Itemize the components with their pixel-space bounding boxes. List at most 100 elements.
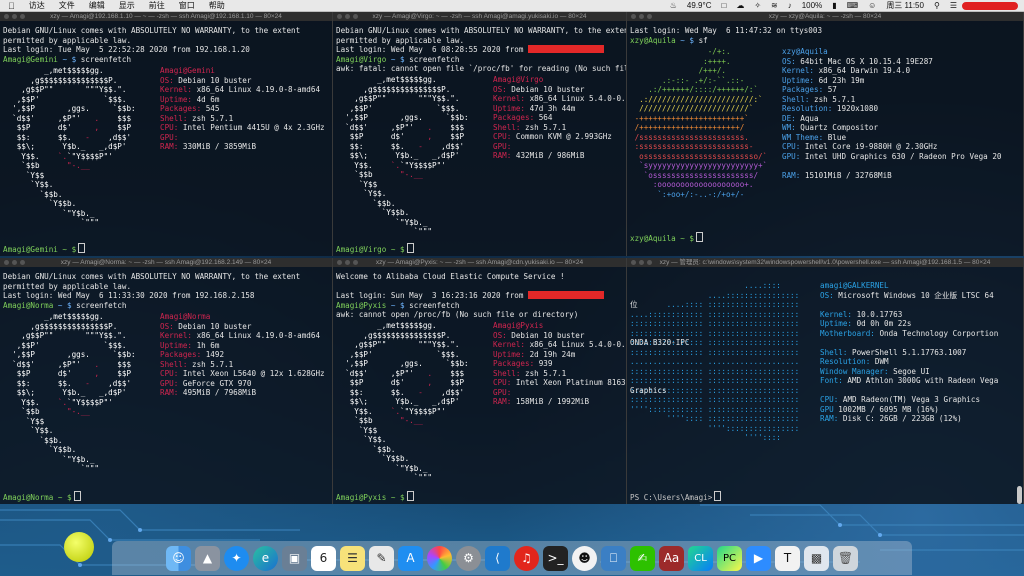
cursor [73, 490, 81, 501]
system-info: amagi@GALKERNEL OS: Microsoft Windows 10 … [630, 281, 999, 423]
menu-item-edit[interactable]: 编辑 [82, 0, 112, 11]
window-controls[interactable] [631, 14, 652, 19]
vscode-icon[interactable]: ⟨ [485, 545, 510, 571]
menu-item-window[interactable]: 窗口 [172, 0, 202, 11]
netease-music-icon[interactable]: ♫ [514, 545, 539, 571]
apple-logo-ascii: -/+:. :++++. /+++/. .:-::- .+/:-``.::- .… [630, 47, 768, 199]
system-info: xzy@Aquila OS: 64bit Mac OS X 10.15.4 19E… [782, 47, 1002, 180]
apple-menu-icon[interactable]:  [0, 1, 22, 11]
window-title[interactable]: xzy — Amagi@Norma: ~ — -zsh — ssh Amagi@… [0, 258, 332, 267]
cursor [714, 490, 722, 501]
menu-item-finder[interactable]: 访达 [22, 0, 52, 11]
cast-icon[interactable]: □ [716, 1, 731, 10]
title-text: xzy — 管理员: c:\windows\system32\windowspo… [659, 259, 991, 266]
window-title[interactable]: xzy — Amagi@Pyxis: ~ — -zsh — ssh Amagi@… [333, 258, 626, 267]
window-controls[interactable] [631, 260, 652, 265]
terminal-output: Debian GNU/Linux comes with ABSOLUTELY N… [3, 26, 301, 64]
system-preferences-icon[interactable]: ⚙ [456, 545, 481, 571]
terminal-icon[interactable]: >_ [543, 545, 568, 571]
wechat-icon[interactable]: ✍ [630, 545, 655, 571]
window-controls[interactable] [337, 14, 358, 19]
debian-logo-ascii: _,met$$$$$gg. ,g$$$$$$$$$$$$$$$P. ,g$$P"… [345, 75, 469, 236]
trash-icon[interactable]: 🗑 [833, 545, 858, 571]
menu-item-go[interactable]: 前往 [142, 0, 172, 11]
redacted-ip [528, 45, 605, 53]
system-info: Amagi@Norma OS: Debian 10 buster Kernel: x… [160, 312, 325, 397]
menu-item-file[interactable]: 文件 [52, 0, 82, 11]
terminal-output: Debian GNU/Linux comes with ABSOLUTELY N… [3, 272, 301, 310]
window-title[interactable]: xzy — Amagi@Virgo: ~ — -zsh — ssh Amagi@… [333, 12, 626, 21]
zoom-icon[interactable]: ▶ [746, 545, 771, 571]
debian-logo-ascii: _,met$$$$$gg. ,g$$$$$$$$$$$$$$$P. ,g$$P"… [12, 66, 136, 227]
title-text: xzy — Amagi@Virgo: ~ — -zsh — ssh Amagi@… [372, 13, 587, 20]
typora-icon[interactable]: T [775, 545, 800, 571]
title-text: xzy — Amagi@192.168.1.10 — ~ — -zsh — ss… [50, 13, 282, 20]
debian-logo-ascii: _,met$$$$$gg. ,g$$$$$$$$$$$$$$$P. ,g$$P"… [345, 321, 469, 482]
battery-icon[interactable]: ▮ [827, 1, 841, 10]
window-title[interactable]: xzy — Amagi@192.168.1.10 — ~ — -zsh — ss… [0, 12, 332, 21]
datetime[interactable]: 周三 11:50 [881, 0, 929, 11]
window-title[interactable]: xzy — xzy@Aquila: ~ — -zsh — 80×24 [627, 12, 1023, 21]
search-icon[interactable]: ⚲ [929, 1, 945, 10]
menu-item-help[interactable]: 帮助 [202, 0, 232, 11]
terminal-window-powershell[interactable]: xzy — 管理员: c:\windows\system32\windowspo… [627, 258, 1024, 504]
cloud-icon[interactable]: ☁ [731, 1, 749, 10]
preview-icon[interactable]: ▣ [282, 545, 307, 571]
debian-logo-ascii: _,met$$$$$gg. ,g$$$$$$$$$$$$$$$P. ,g$$P"… [12, 312, 136, 473]
menu-item-view[interactable]: 显示 [112, 0, 142, 11]
system-info: Amagi@Virgo OS: Debian 10 buster Kernel: x… [493, 75, 627, 160]
app-store-icon[interactable]: A [398, 545, 423, 571]
window-controls[interactable] [337, 260, 358, 265]
prompt-line[interactable]: Amagi@Gemini ~ $ [3, 242, 86, 255]
wifi-icon[interactable]: ≋ [766, 1, 783, 10]
photos-icon[interactable] [427, 545, 452, 571]
prompt-line[interactable]: Amagi@Virgo ~ $ [336, 242, 414, 255]
qq-icon[interactable]: ☻ [572, 545, 597, 571]
notification-center-icon[interactable]: ☰ [945, 1, 962, 10]
terminal-window-norma[interactable]: xzy — Amagi@Norma: ~ — -zsh — ssh Amagi@… [0, 258, 333, 504]
dock: ☺ ▲ ✦ e ▣ 6 ☰ ✎ A ⚙ ⟨ ♫ >_ ☻ ⎕ ✍ Aa CL P… [112, 541, 912, 575]
bluetooth-icon[interactable]: ✧ [749, 1, 766, 10]
window-title[interactable]: xzy — 管理员: c:\windows\system32\windowspo… [627, 258, 1023, 267]
tennis-ball-desktop-icon[interactable] [64, 532, 94, 562]
window-controls[interactable] [4, 14, 25, 19]
thermometer-icon[interactable]: ♨ [665, 1, 682, 10]
edge-icon[interactable]: e [253, 545, 278, 571]
terminal-window-virgo[interactable]: xzy — Amagi@Virgo: ~ — -zsh — ssh Amagi@… [333, 12, 627, 256]
user-icon[interactable]: ☺ [863, 1, 881, 10]
scrollbar[interactable] [1017, 486, 1022, 504]
dictionary-icon[interactable]: Aa [659, 545, 684, 571]
prompt-line[interactable]: PS C:\Users\Amagi> [630, 490, 722, 503]
prompt-line[interactable]: Amagi@Norma ~ $ [3, 490, 81, 503]
terminal-output: Welcome to Alibaba Cloud Elastic Compute… [336, 272, 626, 320]
terminal-window-gemini[interactable]: xzy — Amagi@192.168.1.10 — ~ — -zsh — ss… [0, 12, 333, 256]
remote-desktop-icon[interactable]: ⎕ [601, 545, 626, 571]
finder-icon[interactable]: ☺ [166, 545, 191, 571]
volume-icon[interactable]: ♪ [783, 1, 797, 10]
title-text: xzy — xzy@Aquila: ~ — -zsh — 80×24 [768, 13, 882, 20]
screen-share-icon[interactable]: ▩ [804, 545, 829, 571]
clion-icon[interactable]: CL [688, 545, 713, 571]
prompt-line[interactable]: Amagi@Pyxis ~ $ [336, 490, 414, 503]
redacted-ip [528, 291, 605, 299]
battery-percent[interactable]: 100% [797, 1, 827, 10]
terminal-window-pyxis[interactable]: xzy — Amagi@Pyxis: ~ — -zsh — ssh Amagi@… [333, 258, 627, 504]
calendar-icon[interactable]: 6 [311, 545, 336, 571]
system-info: Amagi@Gemini OS: Debian 10 buster Kernel: … [160, 66, 325, 151]
safari-icon[interactable]: ✦ [224, 545, 249, 571]
notes-icon[interactable]: ☰ [340, 545, 365, 571]
title-text: xzy — Amagi@Norma: ~ — -zsh — ssh Amagi@… [60, 259, 272, 266]
terminal-window-aquila[interactable]: xzy — xzy@Aquila: ~ — -zsh — 80×24 Last … [627, 12, 1024, 256]
textedit-icon[interactable]: ✎ [369, 545, 394, 571]
window-controls[interactable] [4, 260, 25, 265]
temperature-readout[interactable]: 49.9°C [682, 1, 717, 10]
terminal-output: Last login: Wed May 6 11:47:32 on ttys00… [630, 26, 823, 45]
launchpad-icon[interactable]: ▲ [195, 545, 220, 571]
status-area: ♨ 49.9°C □ ☁ ✧ ≋ ♪ 100% ▮ ⌨ ☺ 周三 11:50 ⚲… [665, 0, 1024, 11]
prompt-line[interactable]: xzy@Aquila ~ $ [630, 231, 704, 244]
calendar-day: 6 [319, 551, 328, 565]
pycharm-icon[interactable]: PC [717, 545, 742, 571]
recording-indicator [962, 1, 1018, 10]
menu-bar:  访达 文件 编辑 显示 前往 窗口 帮助 ♨ 49.9°C □ ☁ ✧ ≋ … [0, 0, 1024, 12]
keyboard-icon[interactable]: ⌨ [842, 1, 864, 10]
